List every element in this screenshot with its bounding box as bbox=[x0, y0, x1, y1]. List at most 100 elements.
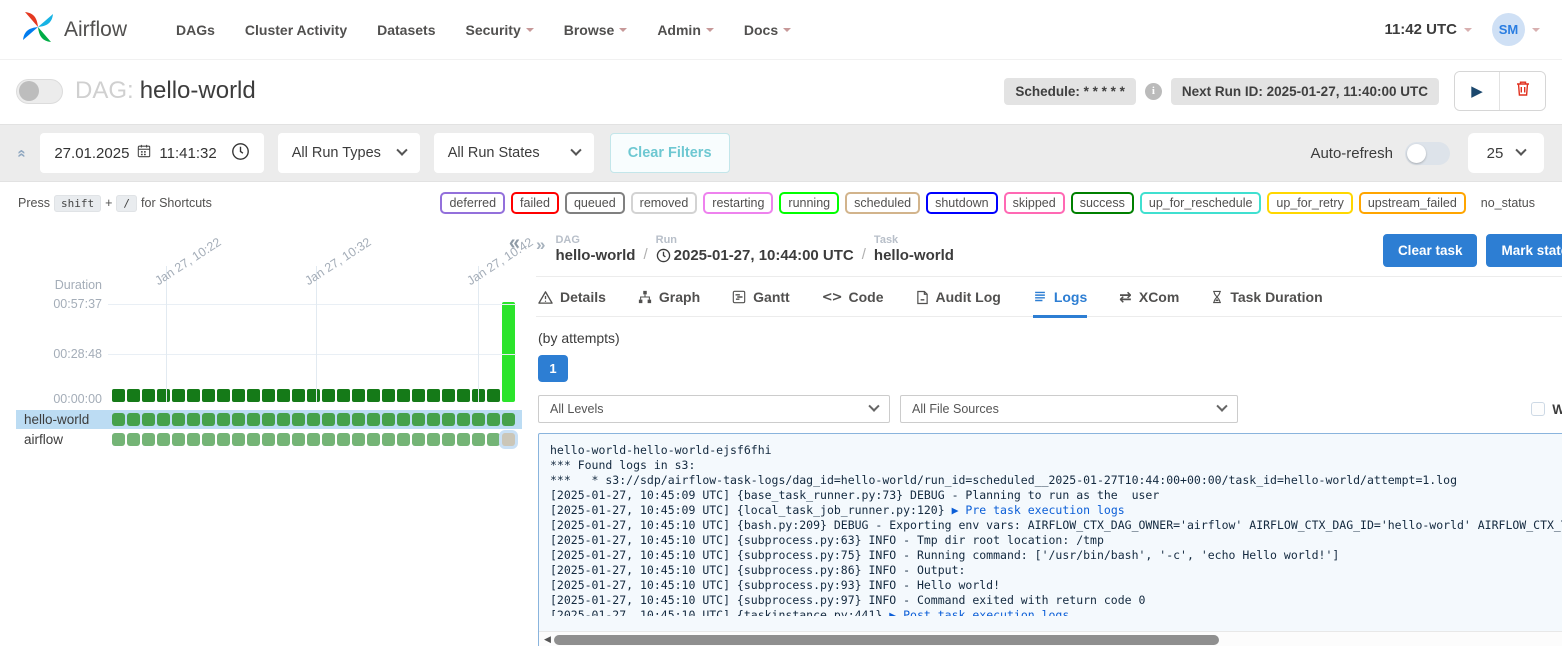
tab-logs[interactable]: Logs bbox=[1033, 288, 1087, 318]
task-instance-cell[interactable] bbox=[202, 433, 215, 446]
tab-xcom[interactable]: ⇄XCom bbox=[1119, 288, 1179, 316]
task-instance-cell[interactable] bbox=[352, 413, 365, 426]
status-badge-removed[interactable]: removed bbox=[631, 192, 698, 214]
status-badge-up-for-retry[interactable]: up_for_retry bbox=[1267, 192, 1352, 214]
task-instance-cell[interactable] bbox=[217, 433, 230, 446]
tab-gantt[interactable]: Gantt bbox=[732, 288, 790, 316]
task-instance-cell[interactable] bbox=[172, 413, 185, 426]
breadcrumb-dag[interactable]: DAG hello-world bbox=[555, 234, 635, 264]
duration-bar[interactable] bbox=[412, 389, 425, 402]
nav-item-docs[interactable]: Docs bbox=[744, 22, 791, 38]
status-badge-shutdown[interactable]: shutdown bbox=[926, 192, 998, 214]
duration-bar[interactable] bbox=[427, 389, 440, 402]
duration-bar[interactable] bbox=[142, 389, 155, 402]
task-instance-cell[interactable] bbox=[292, 433, 305, 446]
nav-item-browse[interactable]: Browse bbox=[564, 22, 628, 38]
file-sources-select[interactable]: All File Sources bbox=[900, 395, 1238, 423]
task-instance-cell[interactable] bbox=[397, 413, 410, 426]
task-instance-cell[interactable] bbox=[127, 433, 140, 446]
task-row-label[interactable]: hello-world bbox=[16, 412, 112, 427]
clear-filters-button[interactable]: Clear Filters bbox=[610, 133, 730, 173]
info-icon[interactable]: i bbox=[1145, 83, 1162, 100]
task-instance-cell[interactable] bbox=[337, 413, 350, 426]
task-instance-cell[interactable] bbox=[457, 413, 470, 426]
tab-task-duration[interactable]: Task Duration bbox=[1211, 288, 1322, 316]
log-section-link[interactable]: ▶ Post task execution logs bbox=[889, 608, 1069, 616]
duration-bar[interactable] bbox=[202, 389, 215, 402]
nav-item-datasets[interactable]: Datasets bbox=[377, 22, 435, 38]
scroll-left-arrow[interactable]: ◀ bbox=[541, 634, 554, 645]
trigger-dag-button[interactable]: ▶ bbox=[1455, 72, 1500, 110]
expand-panel-icon[interactable]: » bbox=[536, 235, 545, 255]
duration-bar[interactable] bbox=[487, 389, 500, 402]
task-instance-cell[interactable] bbox=[502, 433, 515, 446]
status-badge-queued[interactable]: queued bbox=[565, 192, 625, 214]
collapse-grid-icon[interactable]: « bbox=[509, 232, 520, 255]
task-instance-cell[interactable] bbox=[412, 433, 425, 446]
task-instance-cell[interactable] bbox=[142, 433, 155, 446]
task-instance-cell[interactable] bbox=[427, 413, 440, 426]
task-instance-cell[interactable] bbox=[487, 413, 500, 426]
status-badge-upstream-failed[interactable]: upstream_failed bbox=[1359, 192, 1466, 214]
task-instance-cell[interactable] bbox=[157, 413, 170, 426]
duration-bar[interactable] bbox=[217, 389, 230, 402]
duration-bar[interactable] bbox=[442, 389, 455, 402]
duration-bar[interactable] bbox=[172, 389, 185, 402]
status-badge-restarting[interactable]: restarting bbox=[703, 192, 773, 214]
duration-bar-running[interactable] bbox=[502, 302, 515, 402]
task-instance-cell[interactable] bbox=[157, 433, 170, 446]
task-instance-cell[interactable] bbox=[112, 413, 125, 426]
duration-bar[interactable] bbox=[157, 389, 170, 402]
breadcrumb-run[interactable]: Run 2025-01-27, 10:44:00 UTC bbox=[656, 234, 854, 264]
scrollbar-thumb[interactable] bbox=[554, 635, 1219, 645]
nav-item-admin[interactable]: Admin bbox=[657, 22, 714, 38]
date-value[interactable]: 27.01.2025 bbox=[54, 145, 129, 162]
status-badge-up-for-reschedule[interactable]: up_for_reschedule bbox=[1140, 192, 1262, 214]
task-instance-cell[interactable] bbox=[262, 413, 275, 426]
status-badge-scheduled[interactable]: scheduled bbox=[845, 192, 920, 214]
task-instance-cell[interactable] bbox=[427, 433, 440, 446]
task-instance-cell[interactable] bbox=[367, 413, 380, 426]
nav-item-dags[interactable]: DAGs bbox=[176, 22, 215, 38]
duration-bar[interactable] bbox=[112, 389, 125, 402]
log-section-link[interactable]: ▶ Pre task execution logs bbox=[952, 503, 1125, 517]
horizontal-scrollbar[interactable]: ◀ ▶ bbox=[539, 631, 1562, 646]
collapse-filters-icon[interactable]: « bbox=[14, 149, 31, 157]
task-instance-cell[interactable] bbox=[277, 413, 290, 426]
duration-bar[interactable] bbox=[457, 389, 470, 402]
duration-bar[interactable] bbox=[397, 389, 410, 402]
duration-bar[interactable] bbox=[127, 389, 140, 402]
task-instance-cell[interactable] bbox=[112, 433, 125, 446]
task-instance-cell[interactable] bbox=[127, 413, 140, 426]
task-instance-cell[interactable] bbox=[442, 413, 455, 426]
attempt-button-1[interactable]: 1 bbox=[538, 355, 568, 382]
airflow-logo[interactable]: Airflow bbox=[18, 7, 127, 52]
task-instance-cell[interactable] bbox=[262, 433, 275, 446]
wrap-checkbox[interactable] bbox=[1531, 402, 1545, 416]
task-instance-cell[interactable] bbox=[292, 413, 305, 426]
task-instance-cell[interactable] bbox=[277, 433, 290, 446]
tab-audit-log[interactable]: Audit Log bbox=[916, 288, 1001, 316]
status-badge-skipped[interactable]: skipped bbox=[1004, 192, 1065, 214]
log-levels-select[interactable]: All Levels bbox=[538, 395, 890, 423]
task-instance-cell[interactable] bbox=[502, 413, 515, 426]
clear-task-button[interactable]: Clear task bbox=[1383, 234, 1478, 267]
task-instance-cell[interactable] bbox=[307, 413, 320, 426]
task-instance-cell[interactable] bbox=[217, 413, 230, 426]
status-badge-deferred[interactable]: deferred bbox=[440, 192, 505, 214]
task-instance-cell[interactable] bbox=[307, 433, 320, 446]
tab-graph[interactable]: Graph bbox=[638, 288, 700, 316]
duration-bar[interactable] bbox=[187, 389, 200, 402]
task-instance-cell[interactable] bbox=[382, 433, 395, 446]
duration-bar[interactable] bbox=[367, 389, 380, 402]
tab-code[interactable]: <>Code bbox=[822, 288, 884, 316]
task-instance-cell[interactable] bbox=[352, 433, 365, 446]
duration-bar[interactable] bbox=[307, 389, 320, 402]
task-instance-cell[interactable] bbox=[472, 413, 485, 426]
task-instance-cell[interactable] bbox=[412, 413, 425, 426]
task-instance-cell[interactable] bbox=[442, 433, 455, 446]
avatar[interactable]: SM bbox=[1492, 13, 1525, 46]
task-instance-cell[interactable] bbox=[322, 433, 335, 446]
task-instance-cell[interactable] bbox=[367, 433, 380, 446]
task-instance-cell[interactable] bbox=[202, 413, 215, 426]
